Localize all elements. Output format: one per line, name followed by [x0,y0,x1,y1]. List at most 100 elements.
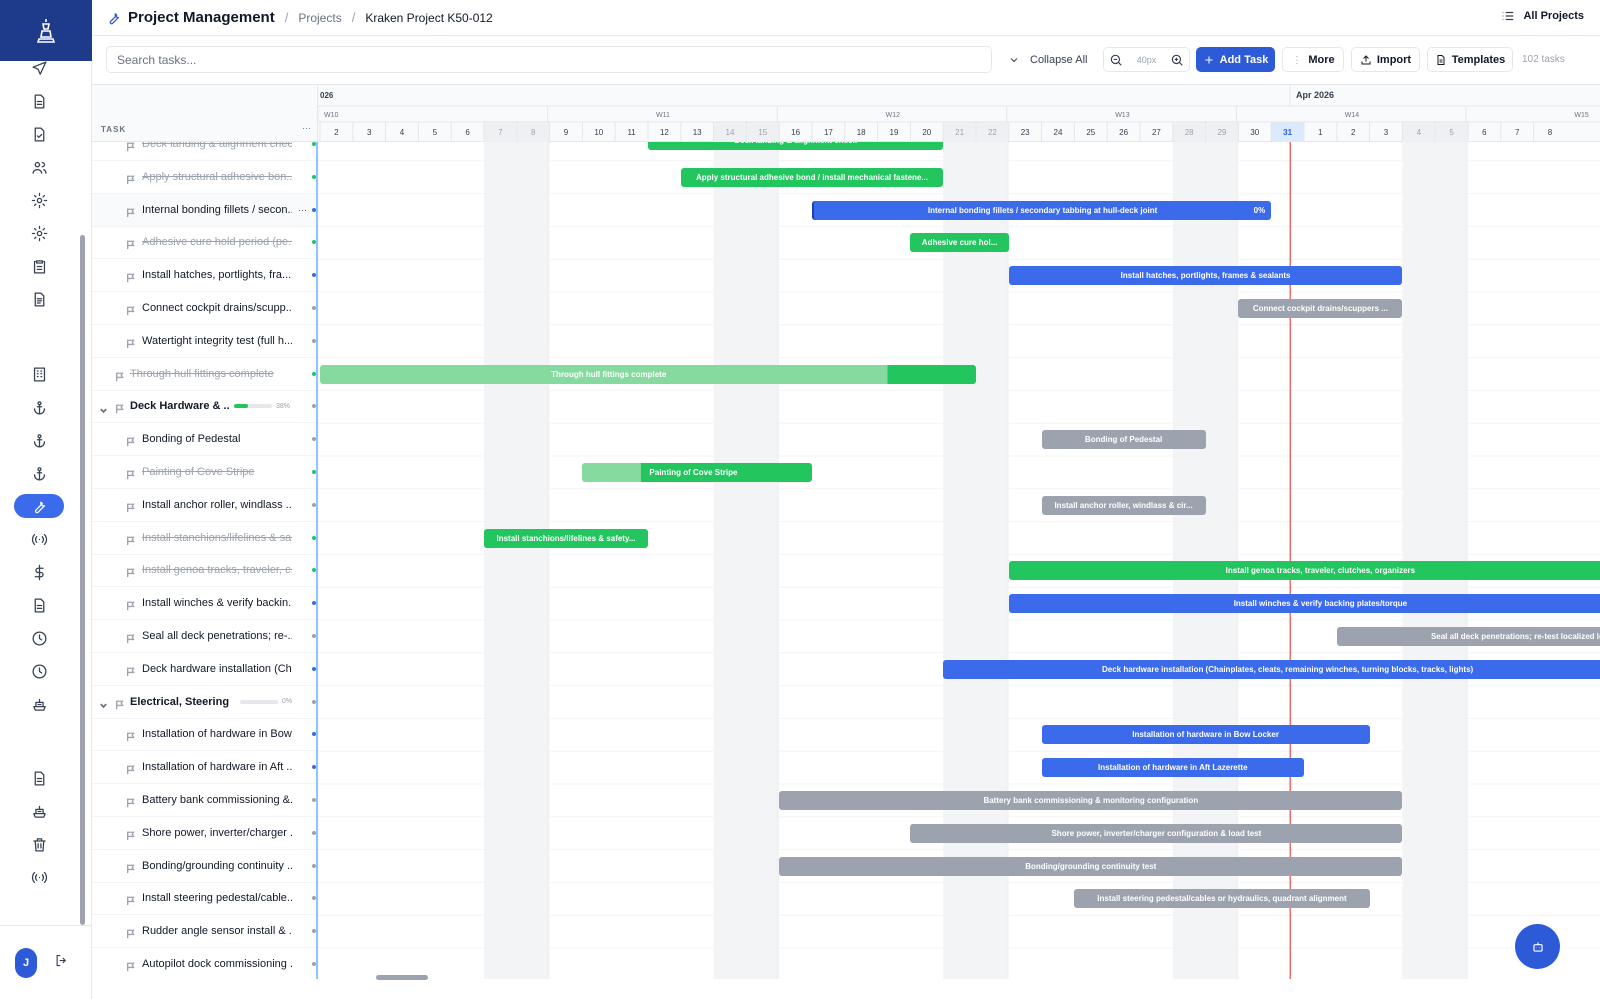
day-label: 8 [1548,128,1553,137]
gantt-bar[interactable]: Install hatches, portlights, frames & se… [1008,266,1403,286]
anchor-icon[interactable] [27,395,51,419]
avatar[interactable]: J [15,948,37,978]
ship-icon[interactable] [27,692,51,716]
task-row[interactable]: Connect cockpit drains/scupp... [92,292,316,325]
task-row[interactable]: Painting of Cove Stripe [92,456,316,489]
document-text-icon[interactable] [27,593,51,617]
add-task-label: Add Task [1219,53,1269,66]
breadcrumb-projects[interactable]: Projects [298,11,341,25]
logout-icon[interactable] [54,953,72,971]
document-check-icon[interactable] [27,122,51,146]
document-list-icon[interactable] [27,287,51,311]
task-group-row[interactable]: Electrical, Steering ... 0% [92,686,316,719]
month-label: Apr 2026 [1296,90,1334,100]
gantt-bar[interactable]: Install genoa tracks, traveler, clutches… [1008,561,1600,581]
task-row[interactable]: Shore power, inverter/charger ... [92,817,316,850]
clock-icon[interactable] [27,626,51,650]
day-label: 3 [1384,128,1389,137]
search-input[interactable] [106,46,992,73]
task-column-menu-icon[interactable]: ··· [302,123,311,133]
gear-alt-icon[interactable] [27,221,51,245]
task-row[interactable]: Bonding/grounding continuity ... [92,850,316,883]
clipboard-icon[interactable] [27,254,51,278]
task-row[interactable]: Install stanchions/lifelines & sa... [92,522,316,555]
task-row[interactable]: Bonding of Pedestal [92,423,316,457]
anchor-third-icon[interactable] [27,461,51,485]
task-row[interactable]: Installation of hardware in Bow... [92,718,316,752]
gear-icon[interactable] [27,188,51,212]
task-row[interactable]: Watertight integrity test (full h... [92,325,316,358]
gantt-bar[interactable]: Installation of hardware in Bow Locker [1041,725,1370,745]
gantt-bar[interactable]: Install anchor roller, windlass & cir... [1041,495,1206,515]
task-row[interactable]: Apply structural adhesive bon... [92,161,316,194]
gantt-bar[interactable]: Deck landing & alignment check [648,142,944,150]
gantt-bar[interactable]: Through hull fittings complete [320,364,976,384]
day-label: 26 [1119,128,1128,137]
ship-alt-icon[interactable] [27,799,51,823]
task-row[interactable]: Install genoa tracks, traveler, c... [92,554,316,588]
anchor-alt-icon[interactable] [27,428,51,452]
gantt-bar[interactable]: Apply structural adhesive bond / install… [680,167,944,187]
broadcast-icon[interactable] [27,527,51,551]
task-row[interactable]: Install anchor roller, windlass ... [92,489,316,522]
wrench-icon[interactable] [14,494,64,518]
chevron-down-icon[interactable] [99,697,108,709]
list-icon [1503,11,1514,21]
task-row[interactable]: Install winches & verify backin... [92,587,316,621]
users-icon[interactable] [27,155,51,179]
horizontal-scrollbar[interactable] [376,975,428,980]
zoom-out-icon[interactable] [1109,53,1123,67]
all-projects-button[interactable]: All Projects [1501,9,1584,23]
assistant-button[interactable] [1515,924,1560,969]
add-task-button[interactable]: Add Task [1196,47,1275,72]
zoom-in-icon[interactable] [1170,53,1184,67]
gantt-bar[interactable]: Shore power, inverter/charger configurat… [910,823,1403,843]
task-row[interactable]: Install hatches, portlights, fra... [92,259,316,293]
task-row[interactable]: Battery bank commissioning &... [92,784,316,817]
gantt-bar[interactable]: Install winches & verify backing plates/… [1008,594,1600,614]
gantt-bar[interactable]: Install steering pedestal/cables or hydr… [1074,889,1370,909]
task-row[interactable]: Adhesive cure hold period (pe... [92,226,316,260]
gantt-bar[interactable]: Internal bonding fillets / secondary tab… [812,200,1272,220]
task-row[interactable]: Autopilot dock commissioning ... [92,948,316,979]
chevron-down-icon[interactable] [99,402,108,414]
dollar-icon[interactable] [27,560,51,584]
task-row[interactable]: Install steering pedestal/cable... [92,882,316,916]
gantt-bar[interactable]: Deck hardware installation (Chainplates,… [943,659,1600,679]
task-group-row[interactable]: Deck Hardware & ... 38% [92,390,316,424]
document-icon[interactable] [27,89,51,113]
task-row[interactable]: Rudder angle sensor install & ... [92,915,316,949]
gantt-bar[interactable]: Painting of Cove Stripe [582,463,812,482]
task-label: Installation of hardware in Aft ... [142,761,292,774]
logo-icon[interactable] [0,0,92,61]
task-row[interactable]: Internal bonding fillets / secon... ··· [92,193,316,227]
templates-button[interactable]: Templates [1427,47,1513,72]
gantt-bar[interactable]: Bonding of Pedestal [1041,430,1206,450]
gantt-bar[interactable]: Connect cockpit drains/scuppers ... [1238,299,1403,318]
broadcast-bottom-icon[interactable] [27,865,51,889]
task-row[interactable]: Deck hardware installation (Ch... [92,653,316,686]
gantt-bar[interactable]: Bonding/grounding continuity test [779,856,1403,876]
task-row[interactable]: Deck landing & alignment check [92,142,316,161]
document-bottom-icon[interactable] [27,766,51,790]
import-button[interactable]: Import [1351,47,1420,72]
clock-alt-icon[interactable] [27,659,51,683]
gantt-bar[interactable]: Install stanchions/lifelines & safety... [484,528,648,548]
collapse-all-button[interactable]: Collapse All [1008,50,1087,70]
send-icon[interactable] [27,56,51,80]
row-menu-icon[interactable]: ··· [298,205,307,215]
week-label: W15 [1574,112,1589,119]
task-row[interactable]: Through hull fittings complete [92,358,316,391]
sidebar-scrollbar[interactable] [80,235,85,925]
task-row[interactable]: Seal all deck penetrations; re-... [92,620,316,653]
gantt-bar[interactable]: Seal all deck penetrations; re-test loca… [1336,627,1600,646]
toolbar: Collapse All 40px Add Task More Import T… [92,36,1600,84]
more-button[interactable]: More [1282,47,1344,72]
gantt-bar[interactable]: Adhesive cure hol... [910,233,1009,253]
group-progress-bar [234,404,272,409]
trash-icon[interactable] [27,832,51,856]
gantt-bar[interactable]: Installation of hardware in Aft Lazerett… [1041,758,1304,778]
gantt-bar[interactable]: Battery bank commissioning & monitoring … [779,791,1403,810]
building-icon[interactable] [27,362,51,386]
task-row[interactable]: Installation of hardware in Aft ... [92,751,316,785]
